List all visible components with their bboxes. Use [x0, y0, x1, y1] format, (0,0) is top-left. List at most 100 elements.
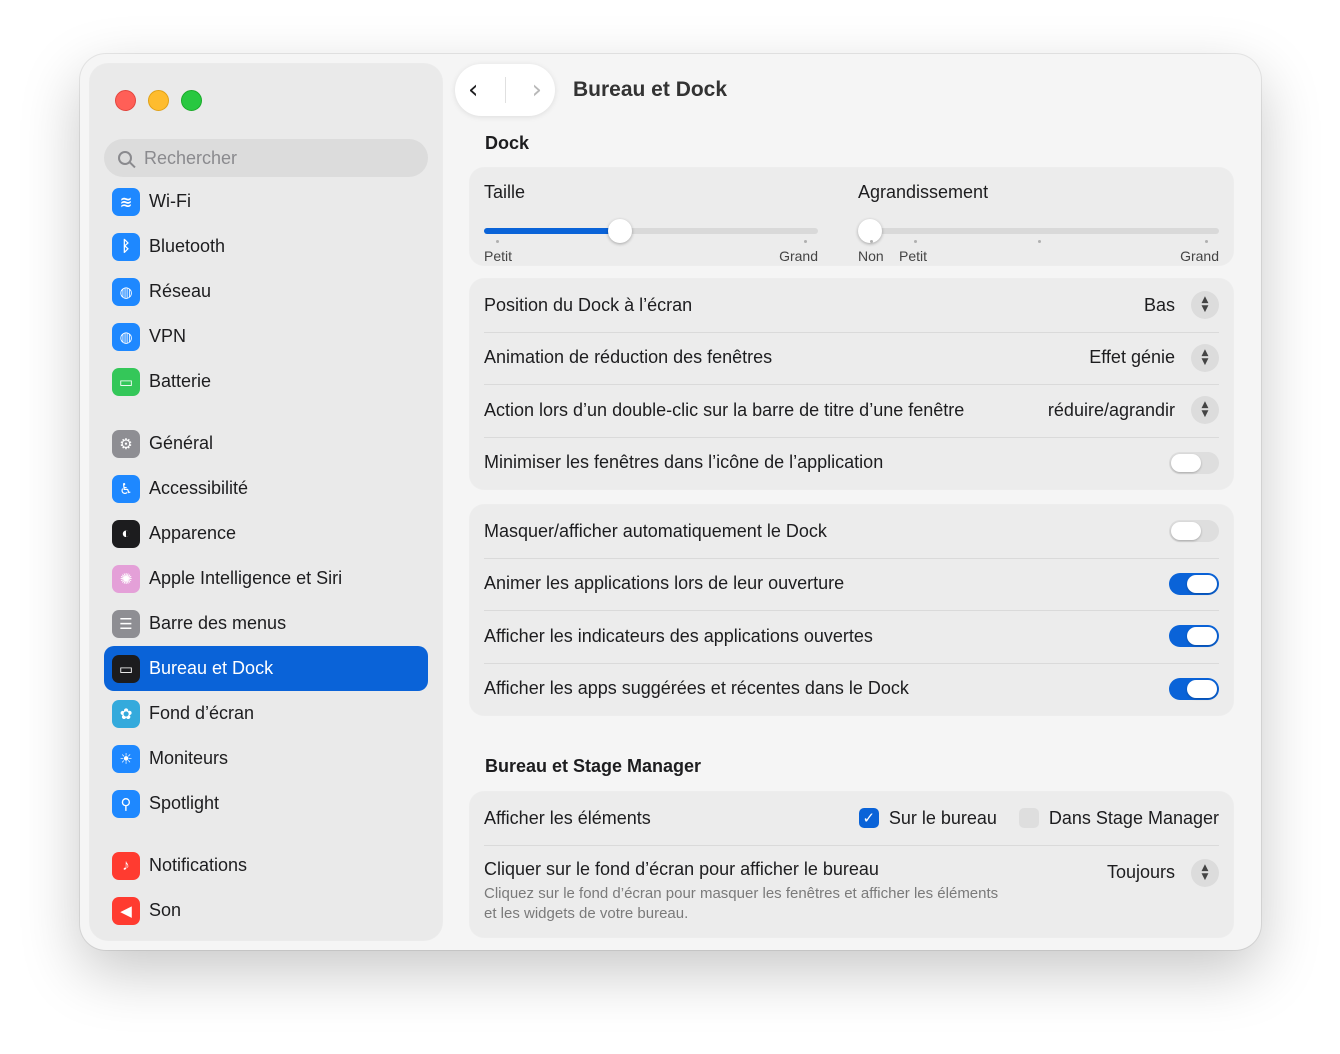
tick-mark [496, 240, 499, 243]
sidebar-item-label: Réseau [149, 281, 212, 301]
setting-row-position[interactable]: Position du Dock à l’écran Bas ▲ ▼ [470, 279, 1233, 332]
setting-value: Effet génie [1089, 347, 1175, 368]
setting-label: Afficher les indicateurs des application… [484, 625, 873, 646]
sidebar-item[interactable]: ✿ Fond d’écran [104, 691, 428, 736]
globe-icon: ◍ [112, 277, 140, 306]
tick-mark [1038, 240, 1041, 243]
checkbox-checked-icon[interactable]: ✓ [858, 808, 879, 829]
page-title: Bureau et Dock [573, 78, 728, 101]
wallpaper-icon: ✿ [112, 699, 140, 728]
size-max-label: Grand [779, 248, 818, 264]
sidebar-item[interactable]: ≋ Wi-Fi [104, 179, 428, 224]
setting-row-click-wallpaper[interactable]: Cliquer sur le fond d’écran pour affiche… [470, 844, 1233, 937]
tick-mark [804, 240, 807, 243]
popup-stepper-icon[interactable]: ▲ ▼ [1191, 858, 1219, 887]
search-input[interactable]: Rechercher [104, 139, 428, 177]
zoom-button[interactable] [181, 90, 202, 111]
popup-stepper-icon[interactable]: ▲ ▼ [1191, 396, 1219, 425]
magnifier-icon: ⚲ [112, 789, 140, 818]
tick-mark [914, 240, 917, 243]
bell-icon: ♪ [112, 851, 140, 880]
minimize-into-app-toggle[interactable] [1169, 451, 1219, 474]
toggle-switch[interactable] [1169, 677, 1219, 700]
sidebar-nav: ≋ Wi-Fi ᛒ Bluetooth ◍ Réseau ◍ VPN ▭ Batterie ⚙ Gén… [104, 179, 428, 933]
setting-label: Animation de réduction des fenêtres [484, 347, 773, 368]
sidebar-item[interactable]: ◀ Son [104, 888, 428, 933]
stage-card: Afficher les éléments ✓ Sur le bureau Da… [470, 792, 1233, 937]
appearance-icon: ◐ [112, 519, 140, 548]
search-placeholder: Rechercher [144, 147, 238, 168]
popup-stepper-icon[interactable]: ▲ ▼ [1191, 343, 1219, 372]
dock-size-card: Taille Petit Grand Agrandissement Non Pe… [470, 168, 1233, 265]
sidebar-item-label: Général [149, 433, 214, 453]
sidebar-item[interactable]: ◐ Apparence [104, 511, 428, 556]
setting-label: Afficher les éléments [484, 807, 651, 828]
sidebar-item-label: Notifications [149, 855, 248, 875]
close-button[interactable] [115, 90, 136, 111]
sidebar-item[interactable]: ☀ Moniteurs [104, 736, 428, 781]
setting-description: Cliquez sur le fond d’écran pour masquer… [484, 884, 998, 924]
sidebar-item[interactable]: ⚲ Spotlight [104, 781, 428, 826]
back-chevron-icon[interactable]: ‹ [468, 77, 478, 103]
in-stage-option[interactable]: Dans Stage Manager [1018, 807, 1219, 829]
setting-value: Bas [1143, 294, 1175, 315]
sidebar-item-label: Barre des menus [149, 613, 287, 633]
toggle-switch[interactable] [1169, 572, 1219, 595]
speaker-icon: ◀ [112, 896, 140, 925]
minimize-button[interactable] [148, 90, 169, 111]
size-slider-knob[interactable] [608, 219, 632, 243]
section-title-stage: Bureau et Stage Manager [485, 756, 702, 776]
setting-row-show-items: Afficher les éléments ✓ Sur le bureau Da… [470, 792, 1233, 845]
size-slider[interactable] [484, 219, 818, 243]
dock-options-card: Position du Dock à l’écran Bas ▲ ▼ Animati… [470, 279, 1233, 489]
sidebar-item[interactable]: ⚙ Général [104, 421, 428, 466]
on-desktop-option[interactable]: ✓ Sur le bureau [858, 807, 997, 829]
sidebar-item-label: VPN [149, 326, 187, 346]
setting-label: Minimiser les fenêtres dans l’icône de l… [484, 452, 884, 473]
in-stage-label: Dans Stage Manager [1048, 807, 1219, 828]
sidebar-item-label: Spotlight [149, 793, 220, 813]
on-desktop-label: Sur le bureau [888, 807, 997, 828]
bluetooth-icon: ᛒ [112, 232, 140, 261]
setting-row-animation[interactable]: Animation de réduction des fenêtres Effe… [470, 331, 1233, 385]
sidebar: Rechercher ≋ Wi-Fi ᛒ Bluetooth ◍ Réseau ◍ VPN ▭ B… [90, 64, 442, 940]
toggle-switch[interactable] [1169, 625, 1219, 648]
nav-group-gap [104, 826, 428, 843]
sidebar-item[interactable]: ♿ Accessibilité [104, 466, 428, 511]
sidebar-item[interactable]: ✺ Apple Intelligence et Siri [104, 556, 428, 601]
size-label: Taille [484, 182, 526, 202]
sidebar-item[interactable]: ▭ Bureau et Dock [104, 646, 428, 691]
forward-chevron-icon[interactable]: › [532, 77, 542, 103]
toggle-row: Masquer/afficher automatiquement le Dock [470, 505, 1233, 558]
popup-stepper-icon[interactable]: ▲ ▼ [1191, 291, 1219, 320]
settings-window: Rechercher ≋ Wi-Fi ᛒ Bluetooth ◍ Réseau ◍ VPN ▭ B… [80, 54, 1261, 950]
setting-label: Action lors d’un double-clic sur la barr… [484, 399, 965, 420]
divider [504, 77, 506, 103]
setting-label: Animer les applications lors de leur ouv… [484, 573, 845, 594]
sidebar-item-label: Accessibilité [149, 478, 249, 498]
setting-label: Masquer/afficher automatiquement le Dock [484, 520, 827, 541]
checkbox-unchecked-icon[interactable] [1018, 808, 1039, 829]
sidebar-item[interactable]: ☰ Barre des menus [104, 601, 428, 646]
tick-mark [1205, 240, 1208, 243]
history-nav: ‹ › [455, 64, 555, 116]
magnification-slider[interactable] [858, 219, 1219, 243]
sidebar-item-label: Bureau et Dock [149, 658, 274, 678]
dock-icon: ▭ [112, 654, 140, 683]
sidebar-item-label: Moniteurs [149, 748, 229, 768]
description-line: et les widgets de votre bureau. [484, 904, 689, 922]
toggle-row: Afficher les indicateurs des application… [470, 610, 1233, 663]
sidebar-item[interactable]: ◍ VPN [104, 314, 428, 359]
vpn-globe-icon: ◍ [112, 322, 140, 351]
sidebar-item-label: Wi-Fi [149, 191, 191, 211]
setting-value: réduire/agrandir [1047, 399, 1175, 420]
section-title-dock: Dock [485, 133, 530, 153]
sidebar-item[interactable]: ᛒ Bluetooth [104, 224, 428, 269]
toggle-switch[interactable] [1169, 520, 1219, 543]
sidebar-item[interactable]: ▭ Batterie [104, 359, 428, 404]
sidebar-item[interactable]: ◍ Réseau [104, 269, 428, 314]
toggle-row: Animer les applications lors de leur ouv… [470, 557, 1233, 611]
setting-row-minimize: Minimiser les fenêtres dans l’icône de l… [470, 436, 1233, 490]
sidebar-item[interactable]: ♪ Notifications [104, 843, 428, 888]
setting-row-double-click[interactable]: Action lors d’un double-clic sur la barr… [470, 384, 1233, 437]
